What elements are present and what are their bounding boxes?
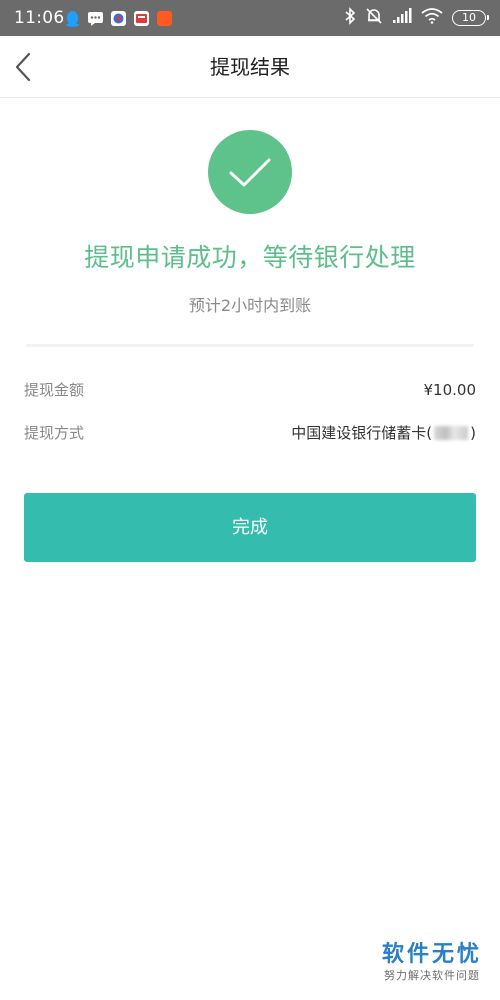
bank-name: 中国建设银行储蓄卡( xyxy=(291,424,433,442)
signal-icon xyxy=(392,8,412,28)
detail-row-method: 提现方式 中国建设银行储蓄卡( ) xyxy=(24,421,476,445)
method-value: 中国建设银行储蓄卡( ) xyxy=(291,421,476,445)
status-bar: 11:06 10 xyxy=(0,0,500,36)
app-notification-icon xyxy=(110,10,127,27)
watermark-logo: 软件无忧 努力解决软件问题 xyxy=(382,942,482,984)
message-icon xyxy=(87,10,104,27)
status-time: 11:06 xyxy=(14,8,65,28)
watermark-title: 软件无忧 xyxy=(381,942,482,967)
method-label: 提现方式 xyxy=(24,424,85,442)
bluetooth-icon xyxy=(344,7,356,29)
mute-bell-icon xyxy=(365,7,383,29)
masked-card-number xyxy=(434,426,469,440)
success-badge xyxy=(208,130,292,214)
app-notification-icon xyxy=(133,10,150,27)
result-subtitle: 预计2小时内到账 xyxy=(188,296,312,315)
wifi-icon xyxy=(421,8,443,28)
watermark-subtitle: 努力解决软件问题 xyxy=(383,969,480,982)
detail-row-amount: 提现金额 ¥10.00 xyxy=(24,378,476,402)
page-title: 提现结果 xyxy=(210,55,290,79)
nav-bar: 提现结果 xyxy=(0,36,500,98)
system-icons: 10 xyxy=(344,7,489,29)
amount-label: 提现金额 xyxy=(24,381,85,399)
amount-value: ¥10.00 xyxy=(423,381,477,399)
qq-icon xyxy=(64,10,81,27)
bank-name-suffix: ) xyxy=(470,424,476,442)
divider xyxy=(26,344,474,347)
battery-icon: 10 xyxy=(452,10,489,26)
checkmark-icon xyxy=(229,158,271,187)
app-notification-icon xyxy=(156,10,173,27)
notification-icons xyxy=(64,9,173,27)
finish-button[interactable]: 完成 xyxy=(24,493,476,562)
result-title: 提现申请成功，等待银行处理 xyxy=(84,243,416,272)
